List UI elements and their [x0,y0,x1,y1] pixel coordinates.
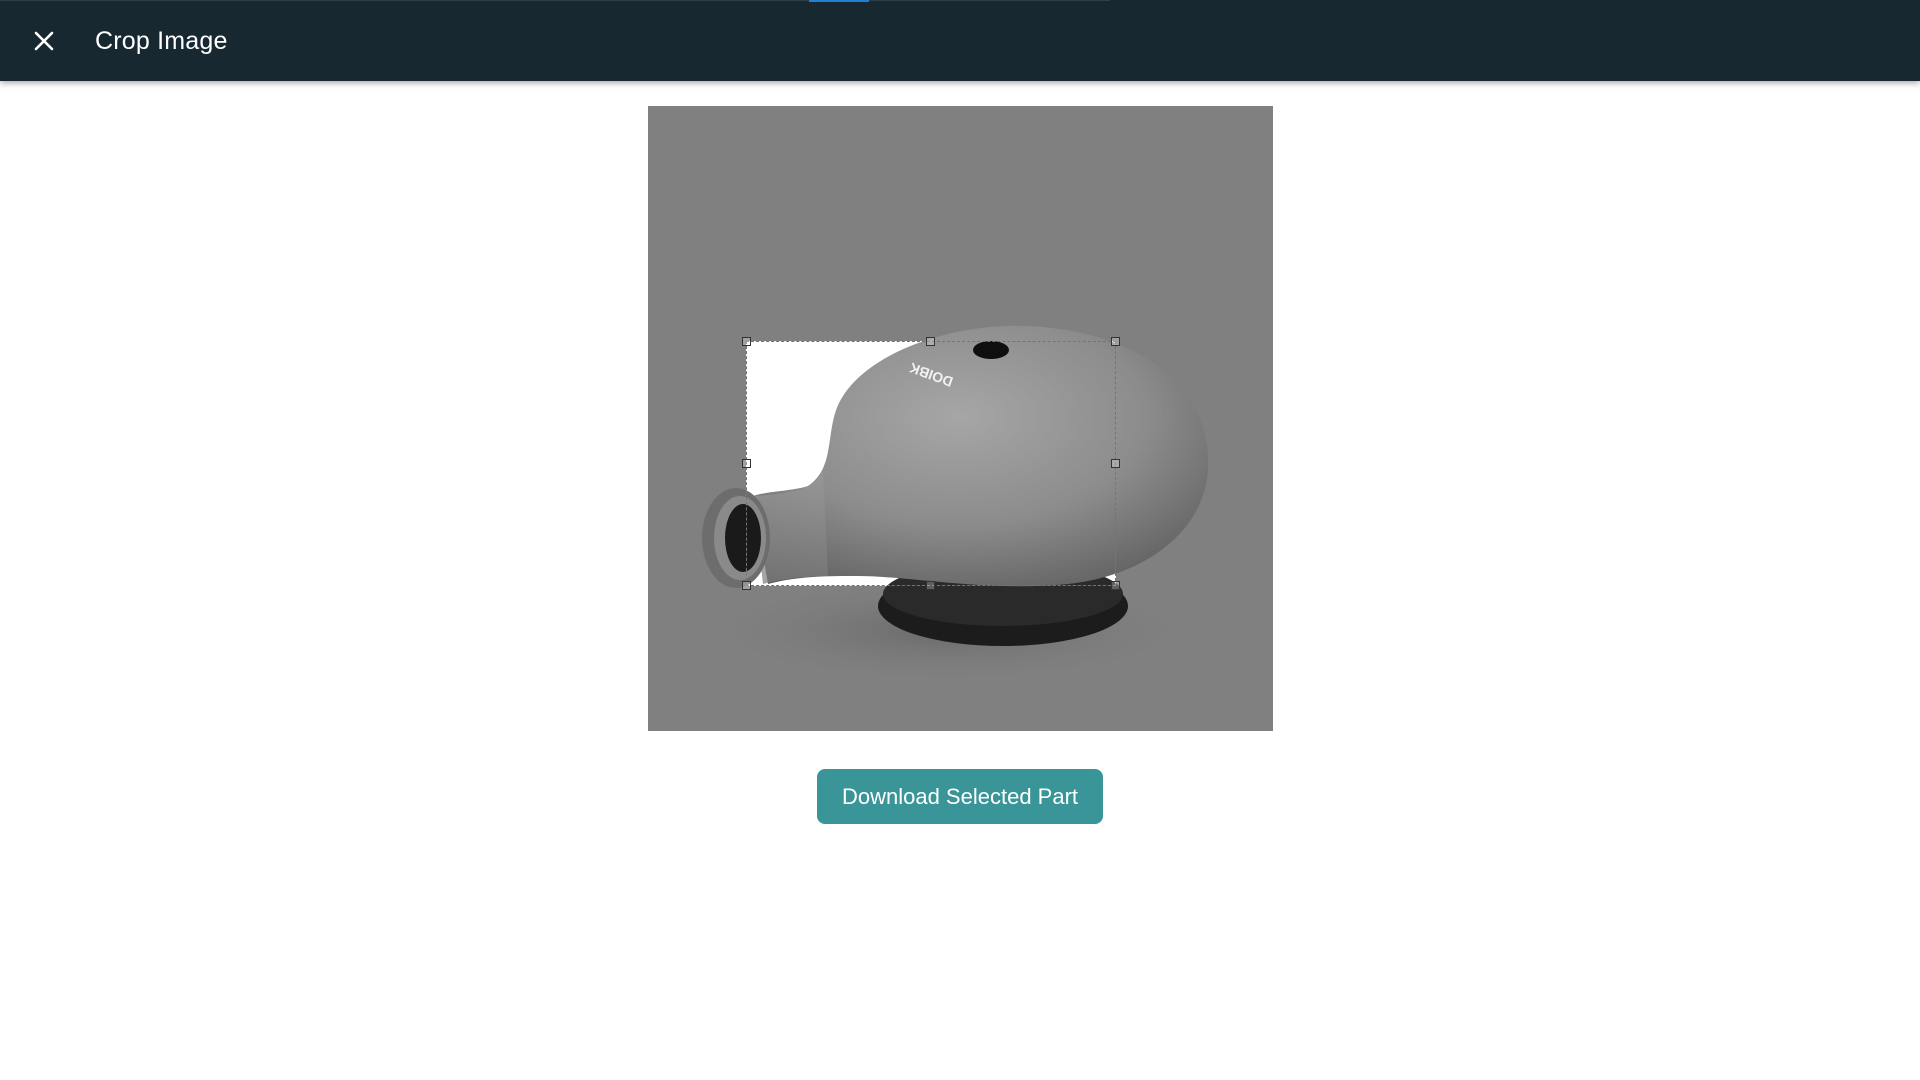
resize-handle-bottom-right[interactable] [1111,581,1120,590]
resize-handle-left[interactable] [742,458,751,468]
app-header: Crop Image [0,0,1920,81]
resize-handle-bottom[interactable] [926,581,935,590]
resize-handle-top[interactable] [926,337,935,346]
close-button[interactable] [24,21,64,61]
header-top-edge [0,0,1110,1]
resize-handle-right[interactable] [1111,458,1120,468]
page-title: Crop Image [95,27,228,55]
active-tab-indicator [809,0,869,2]
crop-selection[interactable] [742,337,1120,590]
download-selected-part-button[interactable]: Download Selected Part [817,769,1103,824]
close-icon [33,30,55,52]
resize-handle-bottom-left[interactable] [742,581,751,590]
resize-handle-top-left[interactable] [742,337,751,346]
crop-canvas[interactable]: DOIBK [648,106,1273,731]
resize-handle-top-right[interactable] [1111,337,1120,346]
